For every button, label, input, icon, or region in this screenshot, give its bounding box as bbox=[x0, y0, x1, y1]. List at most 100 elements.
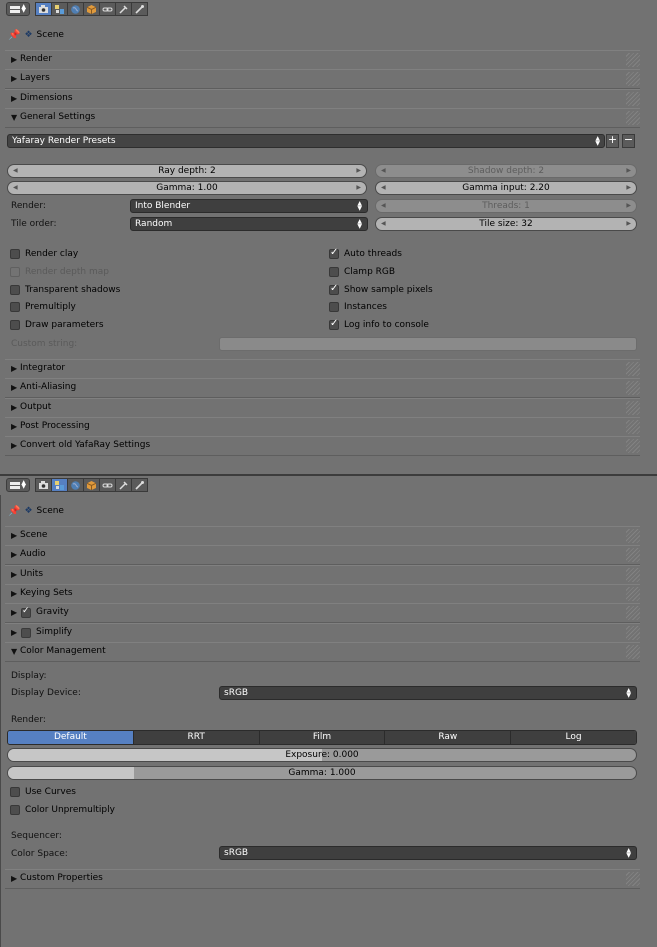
modifiers-icon[interactable] bbox=[115, 2, 132, 16]
world-icon[interactable] bbox=[67, 2, 84, 16]
editor-type-icon[interactable]: ▲ ▼ bbox=[6, 2, 30, 16]
modifiers-icon[interactable] bbox=[115, 478, 132, 492]
panel-custom-properties[interactable]: ▶ Custom Properties bbox=[5, 869, 640, 889]
drag-handle-icon[interactable] bbox=[626, 626, 640, 640]
transparent-shadows-checkbox[interactable]: Transparent shadows bbox=[10, 283, 120, 296]
add-preset-button[interactable]: + bbox=[606, 134, 619, 148]
data-icon[interactable] bbox=[131, 478, 148, 492]
checkbox-box[interactable] bbox=[10, 319, 20, 330]
ray-depth-field[interactable]: ◀ Ray depth: 2 ▶ bbox=[7, 164, 367, 178]
gamma-field[interactable]: ◀ Gamma: 1.00 ▶ bbox=[7, 181, 367, 195]
use-curves-checkbox[interactable]: Use Curves bbox=[10, 785, 76, 798]
checkbox-box[interactable] bbox=[10, 786, 20, 797]
world-icon[interactable] bbox=[67, 478, 84, 492]
drag-handle-icon[interactable] bbox=[626, 72, 640, 86]
drag-handle-icon[interactable] bbox=[626, 529, 640, 543]
clamp-rgb-checkbox[interactable]: Clamp RGB bbox=[329, 265, 395, 278]
panel-label: Anti-Aliasing bbox=[20, 382, 77, 392]
instances-checkbox[interactable]: Instances bbox=[329, 300, 387, 313]
remove-preset-button[interactable]: − bbox=[622, 134, 635, 148]
panel-gravity[interactable]: ▶ Gravity bbox=[5, 603, 640, 623]
view-raw-button[interactable]: Raw bbox=[385, 731, 512, 744]
editor-type-icon[interactable]: ▲ ▼ bbox=[6, 478, 30, 492]
panel-anti-aliasing[interactable]: ▶ Anti-Aliasing bbox=[5, 378, 640, 398]
exposure-slider[interactable]: Exposure: 0.000 bbox=[7, 748, 637, 762]
premultiply-checkbox[interactable]: Premultiply bbox=[10, 300, 76, 313]
expand-arrow-icon: ▶ bbox=[11, 441, 18, 450]
checkbox-box[interactable] bbox=[329, 318, 339, 330]
drag-handle-icon[interactable] bbox=[626, 381, 640, 395]
drag-handle-icon[interactable] bbox=[626, 606, 640, 620]
tile-size-field[interactable]: ◀ Tile size: 32 ▶ bbox=[375, 217, 637, 231]
render-icon[interactable] bbox=[35, 478, 52, 492]
panel-simplify[interactable]: ▶ Simplify bbox=[5, 623, 640, 643]
panel-render[interactable]: ▶ Render bbox=[5, 50, 640, 70]
data-icon[interactable] bbox=[131, 2, 148, 16]
color-unpremultiply-checkbox[interactable]: Color Unpremultiply bbox=[10, 803, 115, 816]
pin-icon[interactable]: 📌 bbox=[8, 506, 20, 517]
drag-handle-icon[interactable] bbox=[626, 420, 640, 434]
show-sample-pixels-checkbox[interactable]: Show sample pixels bbox=[329, 283, 433, 296]
render-icon[interactable] bbox=[35, 2, 52, 16]
color-space-dropdown[interactable]: sRGB ▲ ▼ bbox=[219, 846, 637, 860]
panel-keying-sets[interactable]: ▶ Keying Sets bbox=[5, 584, 640, 604]
display-device-dropdown[interactable]: sRGB ▲ ▼ bbox=[219, 686, 637, 700]
drag-handle-icon[interactable] bbox=[626, 548, 640, 562]
panel-output[interactable]: ▶ Output bbox=[5, 398, 640, 418]
drag-handle-icon[interactable] bbox=[626, 401, 640, 415]
object-icon[interactable] bbox=[83, 478, 100, 492]
scene-icon[interactable] bbox=[51, 2, 68, 16]
gamma-slider[interactable]: Gamma: 1.000 bbox=[7, 766, 637, 780]
draw-parameters-checkbox[interactable]: Draw parameters bbox=[10, 318, 104, 331]
custom-string-label: Custom string: bbox=[11, 339, 78, 349]
updown-arrows-icon: ▲ ▼ bbox=[595, 135, 600, 147]
checkbox-box[interactable] bbox=[329, 283, 339, 295]
object-icon[interactable] bbox=[83, 2, 100, 16]
panel-integrator[interactable]: ▶ Integrator bbox=[5, 359, 640, 379]
checkbox-box[interactable] bbox=[10, 284, 20, 295]
panel-post-processing[interactable]: ▶ Post Processing bbox=[5, 417, 640, 437]
panel-label: Dimensions bbox=[20, 93, 73, 103]
tile-order-dropdown[interactable]: Random ▲ ▼ bbox=[130, 217, 368, 231]
panel-audio[interactable]: ▶ Audio bbox=[5, 545, 640, 565]
pin-icon[interactable]: 📌 bbox=[8, 30, 20, 41]
panel-dimensions[interactable]: ▶ Dimensions bbox=[5, 89, 640, 109]
checkbox-label: Premultiply bbox=[25, 301, 76, 312]
panel-scene[interactable]: ▶ Scene bbox=[5, 526, 640, 546]
panel-general-settings[interactable]: ▼ General Settings bbox=[5, 108, 640, 128]
constraints-icon[interactable] bbox=[99, 2, 116, 16]
drag-handle-icon[interactable] bbox=[626, 439, 640, 453]
auto-threads-checkbox[interactable]: Auto threads bbox=[329, 247, 402, 260]
drag-handle-icon[interactable] bbox=[626, 111, 640, 125]
panel-color-management[interactable]: ▼ Color Management bbox=[5, 642, 640, 662]
checkbox-box[interactable] bbox=[329, 301, 339, 312]
drag-handle-icon[interactable] bbox=[626, 872, 640, 886]
view-rrt-button[interactable]: RRT bbox=[133, 731, 260, 744]
view-default-button[interactable]: Default bbox=[8, 731, 134, 744]
checkbox-box[interactable] bbox=[329, 266, 339, 277]
render-clay-checkbox[interactable]: Render clay bbox=[10, 247, 78, 260]
gravity-checkbox[interactable] bbox=[21, 606, 31, 618]
scene-icon[interactable] bbox=[51, 478, 68, 492]
gamma-input-field[interactable]: ◀ Gamma input: 2.20 ▶ bbox=[375, 181, 637, 195]
drag-handle-icon[interactable] bbox=[626, 362, 640, 376]
constraints-icon[interactable] bbox=[99, 478, 116, 492]
view-log-button[interactable]: Log bbox=[511, 731, 636, 744]
checkbox-box[interactable] bbox=[10, 301, 20, 312]
drag-handle-icon[interactable] bbox=[626, 92, 640, 106]
panel-layers[interactable]: ▶ Layers bbox=[5, 69, 640, 89]
log-info-checkbox[interactable]: Log info to console bbox=[329, 318, 429, 331]
drag-handle-icon[interactable] bbox=[626, 587, 640, 601]
drag-handle-icon[interactable] bbox=[626, 568, 640, 582]
checkbox-box[interactable] bbox=[329, 247, 339, 259]
render-dropdown[interactable]: Into Blender ▲ ▼ bbox=[130, 199, 368, 213]
drag-handle-icon[interactable] bbox=[626, 645, 640, 659]
checkbox-box[interactable] bbox=[10, 804, 20, 815]
panel-convert-settings[interactable]: ▶ Convert old YafaRay Settings bbox=[5, 436, 640, 456]
view-film-button[interactable]: Film bbox=[259, 731, 386, 744]
checkbox-box[interactable] bbox=[10, 248, 20, 259]
drag-handle-icon[interactable] bbox=[626, 53, 640, 67]
panel-units[interactable]: ▶ Units bbox=[5, 565, 640, 585]
simplify-checkbox[interactable] bbox=[21, 628, 31, 638]
render-presets-menu[interactable]: Yafaray Render Presets ▲ ▼ bbox=[7, 134, 605, 148]
